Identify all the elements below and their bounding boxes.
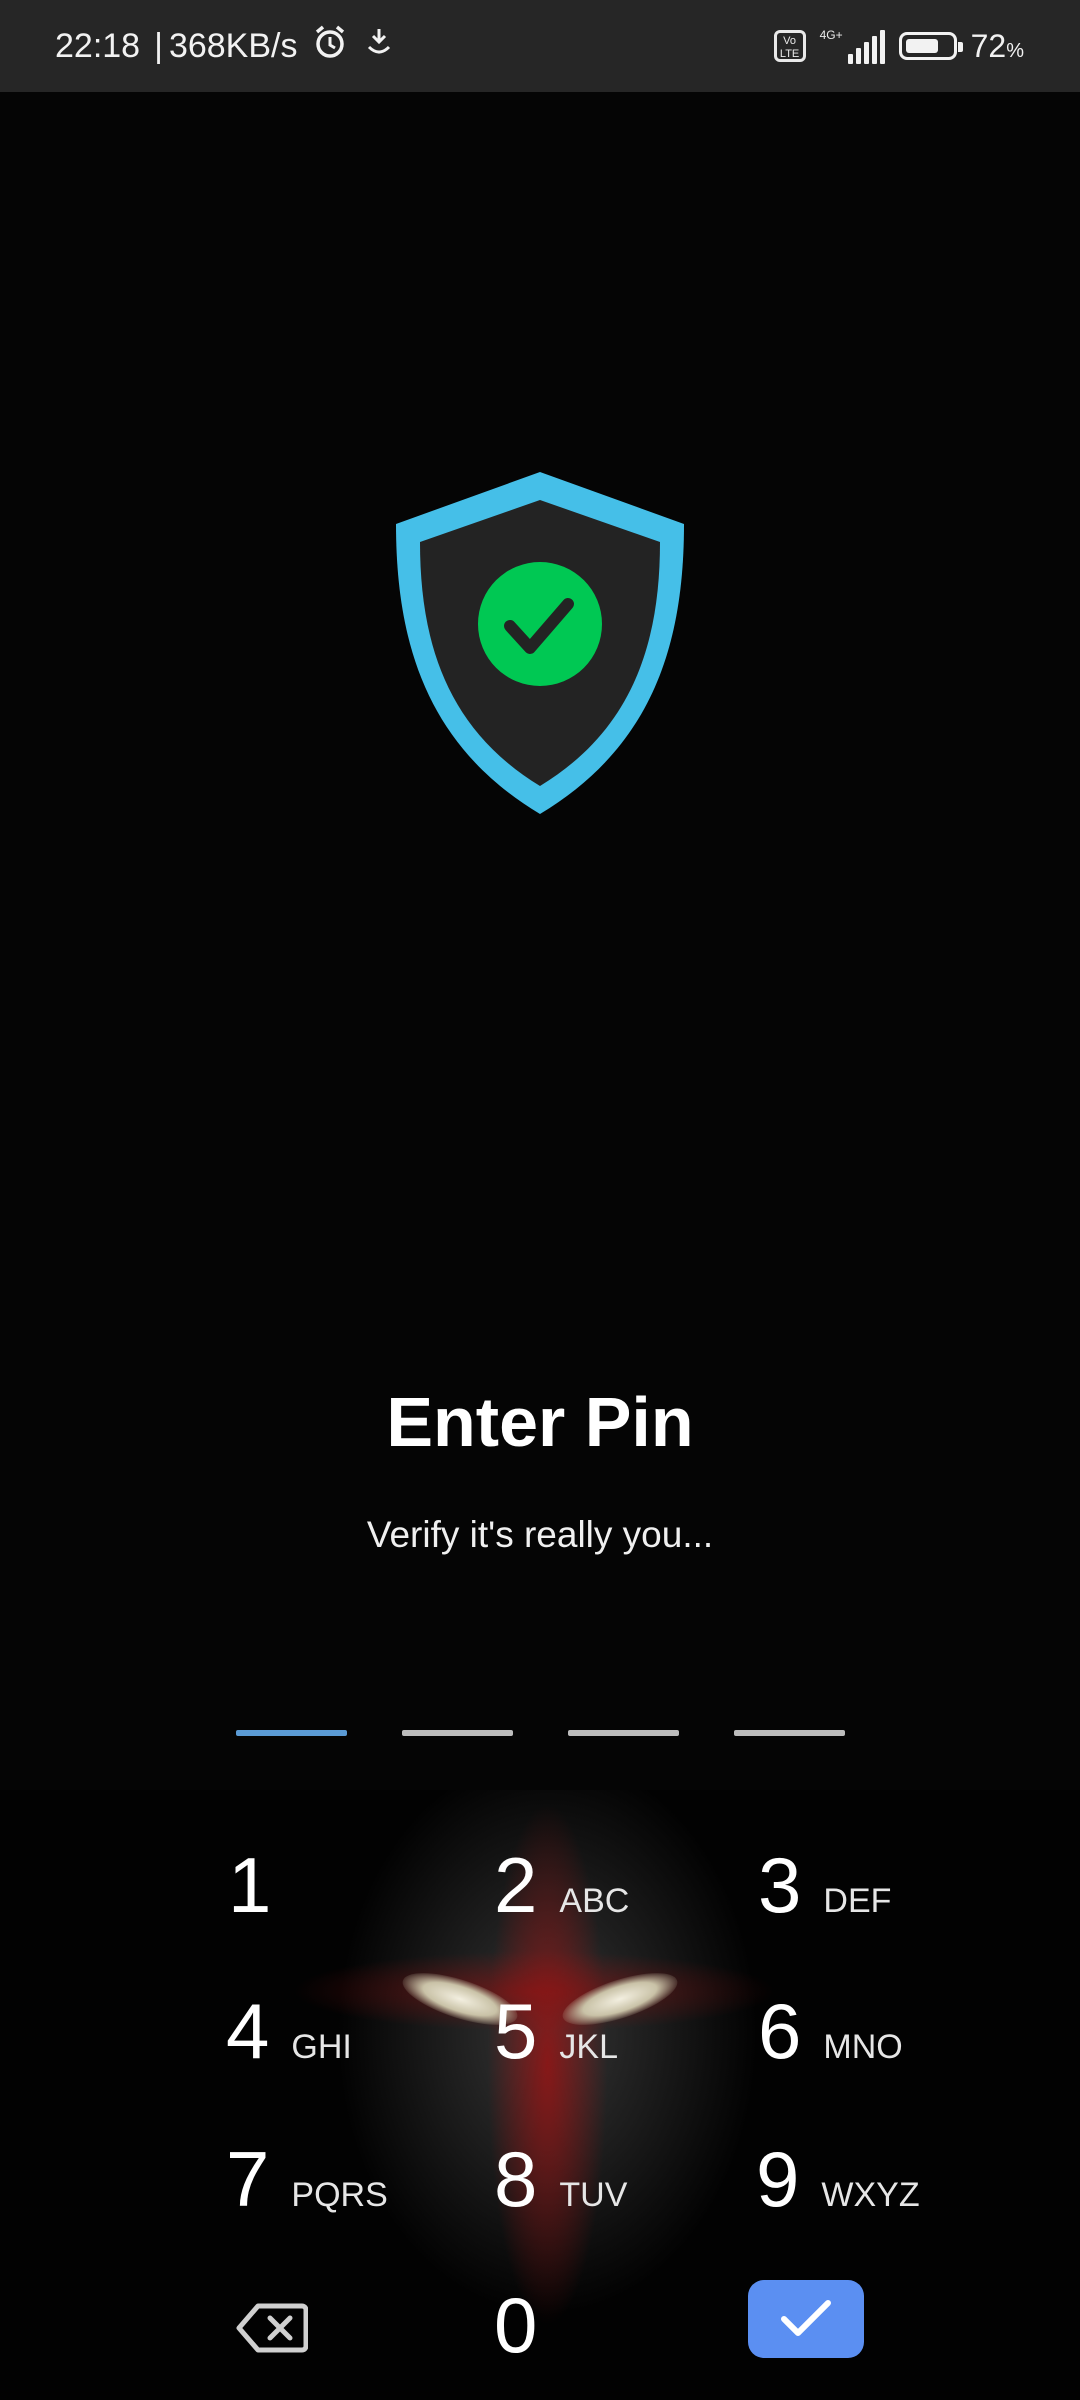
- key-9[interactable]: 9 WXYZ: [756, 2134, 920, 2225]
- pin-indicator: [236, 1730, 845, 1736]
- pin-slot: [568, 1730, 679, 1736]
- pin-slot: [236, 1730, 347, 1736]
- shield-check-icon: [380, 468, 700, 818]
- backspace-icon: [236, 2303, 309, 2353]
- key-5[interactable]: 5 JKL: [494, 1986, 618, 2077]
- key-2[interactable]: 2 ABC: [494, 1840, 629, 1931]
- key-letters: TUV: [559, 2176, 628, 2214]
- page-title: Enter Pin: [386, 1383, 694, 1461]
- battery-percent: 72%: [971, 28, 1024, 65]
- key-digit: 6: [758, 1987, 802, 2075]
- page-subtitle: Verify it's really you...: [366, 1514, 714, 1555]
- key-letters: WXYZ: [821, 2176, 920, 2214]
- download-icon: [363, 25, 395, 68]
- alarm-icon: [311, 23, 349, 70]
- key-digit: 5: [494, 1987, 538, 2075]
- network-speed: 368KB/s: [168, 26, 298, 65]
- status-left: 22:18 | 368KB/s: [55, 0, 395, 92]
- key-6[interactable]: 6 MNO: [758, 1986, 903, 2077]
- pin-slot: [734, 1730, 845, 1736]
- key-4[interactable]: 4 GHI: [226, 1986, 352, 2077]
- key-letters: DEF: [823, 1882, 892, 1920]
- key-digit: 7: [226, 2135, 270, 2223]
- backspace-button[interactable]: [236, 2302, 309, 2354]
- key-letters: MNO: [823, 2028, 903, 2066]
- battery-icon: [898, 32, 963, 60]
- key-0[interactable]: 0: [494, 2280, 559, 2371]
- status-time: 22:18: [55, 26, 141, 65]
- status-right: Vo LTE 4G+ 72%: [773, 0, 1024, 92]
- key-digit: 2: [494, 1841, 538, 1929]
- battery-percent-value: 72: [970, 27, 1007, 64]
- status-separator: |: [154, 26, 163, 65]
- battery-percent-sign: %: [1006, 39, 1024, 62]
- key-digit: 1: [228, 1841, 272, 1929]
- battery-level: [905, 39, 938, 53]
- volte-icon: Vo LTE: [773, 30, 806, 62]
- key-digit: 9: [756, 2135, 800, 2223]
- signal-icon: 4G+: [820, 28, 885, 64]
- key-letters: PQRS: [291, 2176, 388, 2214]
- status-bar: 22:18 | 368KB/s Vo LTE 4G+ 72%: [0, 0, 1080, 92]
- pin-slot: [402, 1730, 513, 1736]
- key-3[interactable]: 3 DEF: [758, 1840, 891, 1931]
- key-8[interactable]: 8 TUV: [494, 2134, 627, 2225]
- network-type: 4G+: [819, 28, 843, 42]
- key-letters: JKL: [559, 2028, 618, 2066]
- key-7[interactable]: 7 PQRS: [226, 2134, 388, 2225]
- key-digit: 0: [494, 2281, 538, 2369]
- key-digit: 4: [226, 1987, 270, 2075]
- key-letters: GHI: [291, 2028, 352, 2066]
- key-digit: 8: [494, 2135, 538, 2223]
- key-1[interactable]: 1: [228, 1840, 293, 1931]
- key-letters: ABC: [559, 1882, 630, 1920]
- check-icon: [781, 2300, 831, 2336]
- confirm-button[interactable]: [748, 2280, 864, 2358]
- key-digit: 3: [758, 1841, 802, 1929]
